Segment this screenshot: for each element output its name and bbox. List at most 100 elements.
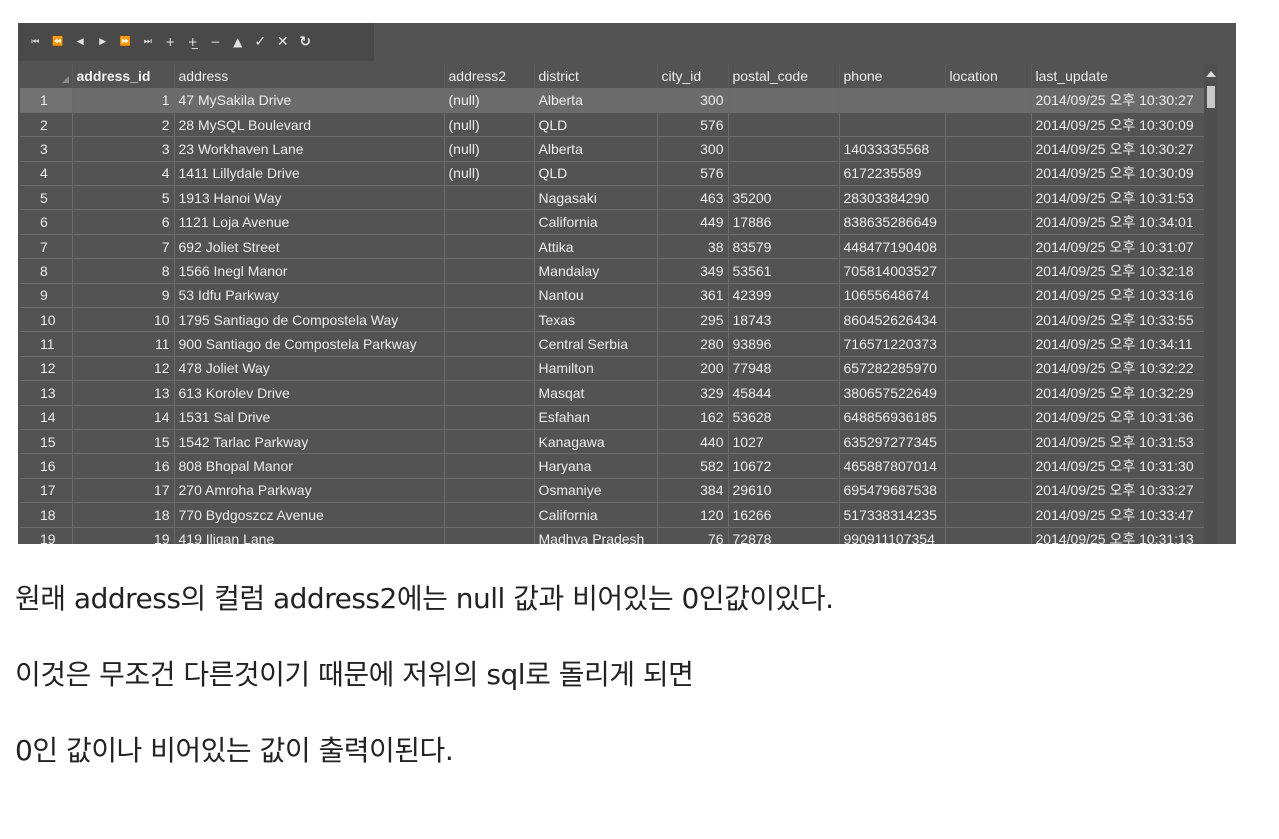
cell-postal-code[interactable]: 29610 (728, 478, 840, 504)
cell-address2[interactable] (444, 234, 535, 260)
cell-address[interactable]: 613 Korolev Drive (174, 380, 445, 406)
cell-district[interactable]: California (534, 209, 658, 235)
cell-last-update[interactable]: 2014/09/25 오후 10:31:53 (1031, 185, 1213, 211)
cell-address-id[interactable]: 16 (72, 453, 175, 479)
cell-phone[interactable]: 28303384290 (839, 185, 946, 211)
cell-postal-code[interactable]: 1027 (728, 429, 840, 455)
cell-location[interactable] (945, 502, 1032, 528)
cell-district[interactable]: QLD (534, 112, 658, 138)
column-header-district[interactable]: district (534, 64, 658, 88)
cell-location[interactable] (945, 331, 1032, 357)
table-row[interactable]: 7 7 692 Joliet Street Attika 38 83579 44847719… (20, 234, 1213, 260)
cell-district[interactable]: Texas (534, 307, 658, 333)
row-number[interactable]: 2 (20, 112, 73, 138)
column-header-location[interactable]: location (945, 64, 1032, 88)
cell-address-id[interactable]: 17 (72, 478, 175, 504)
select-all-corner[interactable] (20, 64, 73, 88)
cell-city-id[interactable]: 384 (657, 478, 729, 504)
cell-phone[interactable]: 695479687538 (839, 478, 946, 504)
cell-location[interactable] (945, 185, 1032, 211)
column-header-phone[interactable]: phone (839, 64, 946, 88)
insert-record-icon[interactable]: +̲ (182, 31, 205, 53)
next-record-icon[interactable]: ▶ (92, 31, 115, 53)
table-row[interactable]: 14 14 1531 Sal Drive Esfahan 162 53628 6488569… (20, 405, 1213, 430)
cell-address[interactable]: 1566 Inegl Manor (174, 258, 445, 284)
column-header-last-update[interactable]: last_update (1031, 64, 1213, 88)
prev-page-icon[interactable]: ⏪ (47, 31, 70, 53)
cell-location[interactable] (945, 209, 1032, 235)
cell-address[interactable]: 419 Iligan Lane (174, 527, 445, 544)
row-number[interactable]: 12 (20, 356, 73, 382)
table-row[interactable]: 8 8 1566 Inegl Manor Mandalay 349 53561 705814… (20, 258, 1213, 284)
cell-phone[interactable]: 990911107354 (839, 527, 946, 544)
cell-district[interactable]: Madhya Pradesh (534, 527, 658, 544)
cell-postal-code[interactable]: 53628 (728, 405, 840, 430)
row-number[interactable]: 6 (20, 209, 73, 235)
cell-postal-code[interactable]: 10672 (728, 453, 840, 479)
cell-address2[interactable] (444, 478, 535, 504)
cell-address[interactable]: 47 MySakila Drive (174, 88, 445, 113)
cell-district[interactable]: Nagasaki (534, 185, 658, 211)
cell-city-id[interactable]: 200 (657, 356, 729, 382)
cell-address-id[interactable]: 7 (72, 234, 175, 260)
table-row[interactable]: 3 3 23 Workhaven Lane (null) Alberta 300 14033… (20, 136, 1213, 162)
cell-city-id[interactable]: 120 (657, 502, 729, 528)
cell-address-id[interactable]: 4 (72, 161, 175, 187)
cell-phone[interactable]: 380657522649 (839, 380, 946, 406)
cell-location[interactable] (945, 307, 1032, 333)
cell-address-id[interactable]: 14 (72, 405, 175, 430)
cell-district[interactable]: Esfahan (534, 405, 658, 430)
cell-district[interactable]: Kanagawa (534, 429, 658, 455)
cell-address-id[interactable]: 9 (72, 283, 175, 309)
cell-address[interactable]: 478 Joliet Way (174, 356, 445, 382)
cell-district[interactable]: QLD (534, 161, 658, 187)
cell-address2[interactable] (444, 331, 535, 357)
cell-location[interactable] (945, 161, 1032, 187)
row-number[interactable]: 4 (20, 161, 73, 187)
cell-city-id[interactable]: 38 (657, 234, 729, 260)
cell-phone[interactable]: 448477190408 (839, 234, 946, 260)
cell-district[interactable]: Attika (534, 234, 658, 260)
first-record-icon[interactable]: ⏮ (24, 31, 47, 53)
row-number[interactable]: 19 (20, 527, 73, 544)
cell-address[interactable]: 900 Santiago de Compostela Parkway (174, 331, 445, 357)
row-number[interactable]: 17 (20, 478, 73, 504)
cell-address2[interactable] (444, 502, 535, 528)
cell-postal-code[interactable] (728, 112, 840, 138)
cell-address[interactable]: 1411 Lillydale Drive (174, 161, 445, 187)
cell-city-id[interactable]: 300 (657, 136, 729, 162)
table-row[interactable]: 1 1 47 MySakila Drive (null) Alberta 300 2014/… (20, 88, 1213, 113)
cell-address2[interactable] (444, 527, 535, 544)
cell-postal-code[interactable]: 17886 (728, 209, 840, 235)
cell-phone[interactable]: 860452626434 (839, 307, 946, 333)
cell-last-update[interactable]: 2014/09/25 오후 10:33:16 (1031, 283, 1213, 309)
cell-location[interactable] (945, 405, 1032, 430)
table-row[interactable]: 11 11 900 Santiago de Compostela Parkway Ce… (20, 331, 1213, 357)
cell-address-id[interactable]: 10 (72, 307, 175, 333)
cell-last-update[interactable]: 2014/09/25 오후 10:31:13 (1031, 527, 1213, 544)
cell-phone[interactable]: 10655648674 (839, 283, 946, 309)
cell-district[interactable]: California (534, 502, 658, 528)
cell-location[interactable] (945, 527, 1032, 544)
cell-phone[interactable]: 838635286649 (839, 209, 946, 235)
cell-phone[interactable]: 14033335568 (839, 136, 946, 162)
cell-address[interactable]: 808 Bhopal Manor (174, 453, 445, 479)
next-page-icon[interactable]: ⏩ (114, 31, 137, 53)
move-up-icon[interactable]: ▲ (227, 31, 250, 53)
column-header-address[interactable]: address (174, 64, 445, 88)
cell-address[interactable]: 1795 Santiago de Compostela Way (174, 307, 445, 333)
delete-record-icon[interactable]: − (204, 31, 227, 53)
cell-address2[interactable] (444, 453, 535, 479)
cell-phone[interactable]: 657282285970 (839, 356, 946, 382)
cell-address[interactable]: 270 Amroha Parkway (174, 478, 445, 504)
row-number[interactable]: 18 (20, 502, 73, 528)
cell-address2[interactable]: (null) (444, 112, 535, 138)
cell-address-id[interactable]: 19 (72, 527, 175, 544)
prev-record-icon[interactable]: ◀ (69, 31, 92, 53)
cell-last-update[interactable]: 2014/09/25 오후 10:30:09 (1031, 112, 1213, 138)
cell-district[interactable]: Osmaniye (534, 478, 658, 504)
row-number[interactable]: 16 (20, 453, 73, 479)
table-row[interactable]: 10 10 1795 Santiago de Compostela Way Texas… (20, 307, 1213, 333)
row-number[interactable]: 13 (20, 380, 73, 406)
cell-city-id[interactable]: 449 (657, 209, 729, 235)
